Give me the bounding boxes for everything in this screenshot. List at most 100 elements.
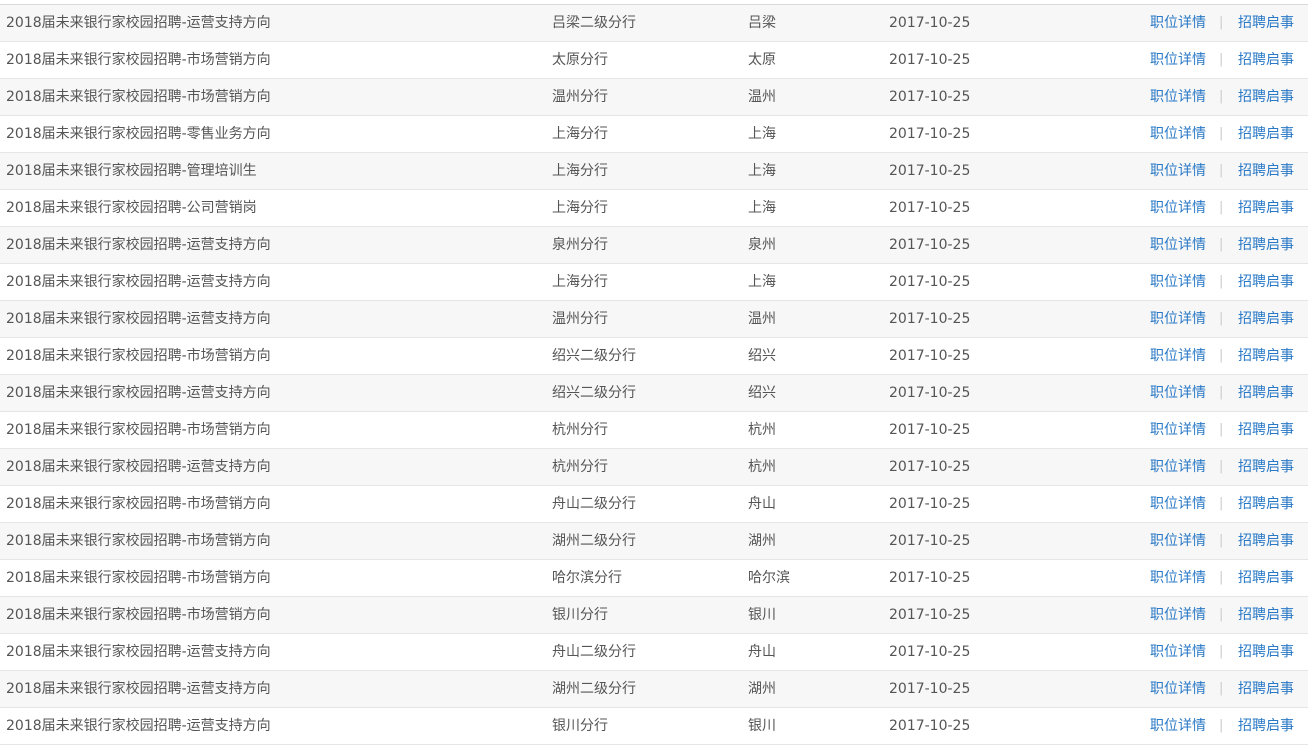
job-title: 2018届未来银行家校园招聘-公司营销岗 bbox=[6, 200, 257, 216]
recruit-notice-link[interactable]: 招聘启事 bbox=[1238, 412, 1294, 448]
table-row: 2018届未来银行家校园招聘-市场营销方向 太原分行 太原 2017-10-25… bbox=[0, 42, 1308, 79]
recruit-notice-link[interactable]: 招聘启事 bbox=[1238, 671, 1294, 707]
job-detail-link[interactable]: 职位详情 bbox=[1150, 264, 1206, 300]
recruit-notice-link[interactable]: 招聘启事 bbox=[1238, 42, 1294, 78]
job-title: 2018届未来银行家校园招聘-零售业务方向 bbox=[6, 126, 271, 142]
action-separator: | bbox=[1219, 459, 1224, 474]
job-detail-link[interactable]: 职位详情 bbox=[1150, 116, 1206, 152]
table-row: 2018届未来银行家校园招聘-市场营销方向 杭州分行 杭州 2017-10-25… bbox=[0, 412, 1308, 449]
job-title: 2018届未来银行家校园招聘-运营支持方向 bbox=[6, 385, 271, 401]
job-title: 2018届未来银行家校园招聘-运营支持方向 bbox=[6, 237, 271, 253]
recruit-notice-link[interactable]: 招聘启事 bbox=[1238, 449, 1294, 485]
recruit-notice-link[interactable]: 招聘启事 bbox=[1238, 486, 1294, 522]
job-title: 2018届未来银行家校园招聘-市场营销方向 bbox=[6, 52, 271, 68]
action-separator: | bbox=[1219, 644, 1224, 659]
recruit-notice-link[interactable]: 招聘启事 bbox=[1238, 375, 1294, 411]
job-date: 2017-10-25 bbox=[889, 533, 971, 549]
job-detail-link[interactable]: 职位详情 bbox=[1150, 338, 1206, 374]
job-branch: 上海分行 bbox=[552, 200, 608, 216]
recruit-notice-link[interactable]: 招聘启事 bbox=[1238, 153, 1294, 189]
action-separator: | bbox=[1219, 533, 1224, 548]
job-detail-link[interactable]: 职位详情 bbox=[1150, 449, 1206, 485]
recruit-notice-link[interactable]: 招聘启事 bbox=[1238, 5, 1294, 41]
recruit-notice-link[interactable]: 招聘启事 bbox=[1238, 560, 1294, 596]
recruit-notice-link[interactable]: 招聘启事 bbox=[1238, 264, 1294, 300]
job-detail-link[interactable]: 职位详情 bbox=[1150, 5, 1206, 41]
job-branch: 温州分行 bbox=[552, 311, 608, 327]
job-city: 湖州 bbox=[748, 533, 776, 549]
job-title: 2018届未来银行家校园招聘-市场营销方向 bbox=[6, 89, 271, 105]
job-title: 2018届未来银行家校园招聘-运营支持方向 bbox=[6, 718, 271, 734]
action-separator: | bbox=[1219, 681, 1224, 696]
job-city: 温州 bbox=[748, 311, 776, 327]
job-city: 银川 bbox=[748, 718, 776, 734]
job-detail-link[interactable]: 职位详情 bbox=[1150, 486, 1206, 522]
job-title: 2018届未来银行家校园招聘-管理培训生 bbox=[6, 163, 257, 179]
job-date: 2017-10-25 bbox=[889, 718, 971, 734]
job-detail-link[interactable]: 职位详情 bbox=[1150, 412, 1206, 448]
recruit-notice-link[interactable]: 招聘启事 bbox=[1238, 523, 1294, 559]
job-detail-link[interactable]: 职位详情 bbox=[1150, 190, 1206, 226]
job-date: 2017-10-25 bbox=[889, 385, 971, 401]
job-title: 2018届未来银行家校园招聘-市场营销方向 bbox=[6, 422, 271, 438]
job-title: 2018届未来银行家校园招聘-运营支持方向 bbox=[6, 459, 271, 475]
job-detail-link[interactable]: 职位详情 bbox=[1150, 560, 1206, 596]
job-branch: 舟山二级分行 bbox=[552, 496, 636, 512]
recruit-notice-link[interactable]: 招聘启事 bbox=[1238, 79, 1294, 115]
recruit-notice-link[interactable]: 招聘启事 bbox=[1238, 708, 1294, 744]
job-date: 2017-10-25 bbox=[889, 274, 971, 290]
table-row: 2018届未来银行家校园招聘-运营支持方向 舟山二级分行 舟山 2017-10-… bbox=[0, 634, 1308, 671]
action-separator: | bbox=[1219, 126, 1224, 141]
job-city: 上海 bbox=[748, 163, 776, 179]
recruit-notice-link[interactable]: 招聘启事 bbox=[1238, 227, 1294, 263]
action-separator: | bbox=[1219, 311, 1224, 326]
job-date: 2017-10-25 bbox=[889, 496, 971, 512]
table-row: 2018届未来银行家校园招聘-市场营销方向 温州分行 温州 2017-10-25… bbox=[0, 79, 1308, 116]
job-detail-link[interactable]: 职位详情 bbox=[1150, 634, 1206, 670]
job-title: 2018届未来银行家校园招聘-市场营销方向 bbox=[6, 348, 271, 364]
recruit-notice-link[interactable]: 招聘启事 bbox=[1238, 338, 1294, 374]
job-city: 吕梁 bbox=[748, 15, 776, 31]
table-row: 2018届未来银行家校园招聘-管理培训生 上海分行 上海 2017-10-25 … bbox=[0, 153, 1308, 190]
job-detail-link[interactable]: 职位详情 bbox=[1150, 227, 1206, 263]
job-detail-link[interactable]: 职位详情 bbox=[1150, 375, 1206, 411]
recruit-notice-link[interactable]: 招聘启事 bbox=[1238, 116, 1294, 152]
job-detail-link[interactable]: 职位详情 bbox=[1150, 708, 1206, 744]
table-row: 2018届未来银行家校园招聘-运营支持方向 温州分行 温州 2017-10-25… bbox=[0, 301, 1308, 338]
recruit-notice-link[interactable]: 招聘启事 bbox=[1238, 190, 1294, 226]
job-city: 杭州 bbox=[748, 422, 776, 438]
job-date: 2017-10-25 bbox=[889, 200, 971, 216]
recruit-notice-link[interactable]: 招聘启事 bbox=[1238, 597, 1294, 633]
job-city: 杭州 bbox=[748, 459, 776, 475]
action-separator: | bbox=[1219, 89, 1224, 104]
job-detail-link[interactable]: 职位详情 bbox=[1150, 153, 1206, 189]
job-detail-link[interactable]: 职位详情 bbox=[1150, 671, 1206, 707]
table-row: 2018届未来银行家校园招聘-运营支持方向 绍兴二级分行 绍兴 2017-10-… bbox=[0, 375, 1308, 412]
job-detail-link[interactable]: 职位详情 bbox=[1150, 301, 1206, 337]
job-branch: 泉州分行 bbox=[552, 237, 608, 253]
job-branch: 银川分行 bbox=[552, 607, 608, 623]
job-city: 温州 bbox=[748, 89, 776, 105]
table-row: 2018届未来银行家校园招聘-运营支持方向 吕梁二级分行 吕梁 2017-10-… bbox=[0, 5, 1308, 42]
action-separator: | bbox=[1219, 15, 1224, 30]
job-city: 绍兴 bbox=[748, 385, 776, 401]
job-branch: 吕梁二级分行 bbox=[552, 15, 636, 31]
job-detail-link[interactable]: 职位详情 bbox=[1150, 597, 1206, 633]
table-row: 2018届未来银行家校园招聘-公司营销岗 上海分行 上海 2017-10-25 … bbox=[0, 190, 1308, 227]
job-detail-link[interactable]: 职位详情 bbox=[1150, 79, 1206, 115]
job-detail-link[interactable]: 职位详情 bbox=[1150, 523, 1206, 559]
job-branch: 湖州二级分行 bbox=[552, 681, 636, 697]
job-detail-link[interactable]: 职位详情 bbox=[1150, 42, 1206, 78]
action-separator: | bbox=[1219, 200, 1224, 215]
job-branch: 上海分行 bbox=[552, 126, 608, 142]
table-row: 2018届未来银行家校园招聘-市场营销方向 银川分行 银川 2017-10-25… bbox=[0, 597, 1308, 634]
action-separator: | bbox=[1219, 52, 1224, 67]
table-row: 2018届未来银行家校园招聘-运营支持方向 上海分行 上海 2017-10-25… bbox=[0, 264, 1308, 301]
action-separator: | bbox=[1219, 385, 1224, 400]
job-title: 2018届未来银行家校园招聘-运营支持方向 bbox=[6, 15, 271, 31]
recruit-notice-link[interactable]: 招聘启事 bbox=[1238, 634, 1294, 670]
job-branch: 上海分行 bbox=[552, 163, 608, 179]
recruit-notice-link[interactable]: 招聘启事 bbox=[1238, 301, 1294, 337]
job-date: 2017-10-25 bbox=[889, 570, 971, 586]
job-branch: 温州分行 bbox=[552, 89, 608, 105]
